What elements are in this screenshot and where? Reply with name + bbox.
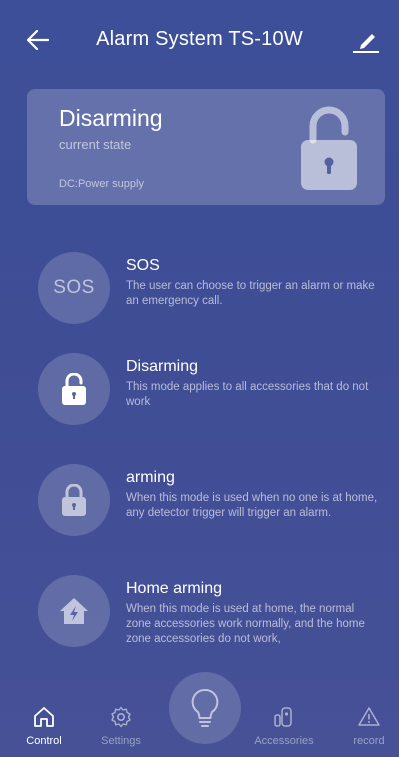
gear-icon bbox=[111, 706, 131, 728]
current-state-value: Disarming bbox=[59, 105, 163, 131]
mode-description: The user can choose to trigger an alarm … bbox=[126, 280, 375, 307]
mode-description: This mode applies to all accessories tha… bbox=[126, 381, 369, 408]
arrow-left-icon bbox=[27, 30, 49, 50]
unlocked-padlock-icon bbox=[301, 106, 357, 190]
mode-disarming[interactable]: Disarming This mode applies to all acces… bbox=[0, 353, 399, 443]
nav-record[interactable]: record bbox=[330, 686, 399, 757]
current-state-card: Disarming current state DC:Power supply bbox=[27, 89, 385, 205]
current-state-caption: current state bbox=[59, 137, 132, 152]
mode-arming-icon-circle bbox=[38, 464, 110, 536]
nav-control[interactable]: Control bbox=[5, 686, 83, 757]
warning-icon bbox=[358, 707, 380, 726]
mode-sos[interactable]: SOS SOS The user can choose to trigger a… bbox=[0, 252, 399, 342]
mode-title: SOS bbox=[126, 257, 160, 274]
home-icon bbox=[34, 707, 54, 727]
lightbulb-icon bbox=[191, 688, 219, 727]
header: Alarm System TS-10W bbox=[0, 0, 399, 80]
power-source: DC:Power supply bbox=[59, 178, 144, 190]
nav-accessories[interactable]: Accessories bbox=[245, 686, 323, 757]
nav-settings[interactable]: Settings bbox=[82, 686, 160, 757]
sensor-icon bbox=[274, 707, 292, 727]
locked-padlock-icon bbox=[62, 484, 86, 516]
sos-icon-label: SOS bbox=[53, 277, 95, 298]
mode-title: Disarming bbox=[126, 358, 199, 375]
mode-disarming-icon-circle bbox=[38, 353, 110, 425]
mode-description: When this mode is used at home, the norm… bbox=[126, 603, 365, 645]
mode-description: When this mode is used when no one is at… bbox=[126, 492, 378, 519]
back-button[interactable] bbox=[22, 24, 54, 56]
mode-arming[interactable]: arming When this mode is used when no on… bbox=[0, 464, 399, 554]
mode-home-arming[interactable]: Home arming When this mode is used at ho… bbox=[0, 575, 399, 665]
mode-title: Home arming bbox=[126, 580, 223, 597]
sos-icon: SOS bbox=[38, 252, 110, 324]
edit-button[interactable] bbox=[349, 24, 383, 58]
pencil-icon bbox=[353, 34, 379, 53]
mode-title: arming bbox=[126, 469, 175, 486]
unlocked-padlock-icon bbox=[62, 373, 86, 405]
page-title: Alarm System TS-10W bbox=[96, 28, 303, 50]
home-lightning-icon bbox=[60, 598, 88, 624]
nav-label: Accessories bbox=[254, 735, 314, 747]
nav-label: Settings bbox=[101, 735, 141, 747]
center-action-button[interactable] bbox=[169, 672, 241, 744]
mode-home-arming-icon-circle bbox=[38, 575, 110, 647]
nav-label: record bbox=[353, 735, 385, 747]
nav-label: Control bbox=[26, 735, 62, 747]
